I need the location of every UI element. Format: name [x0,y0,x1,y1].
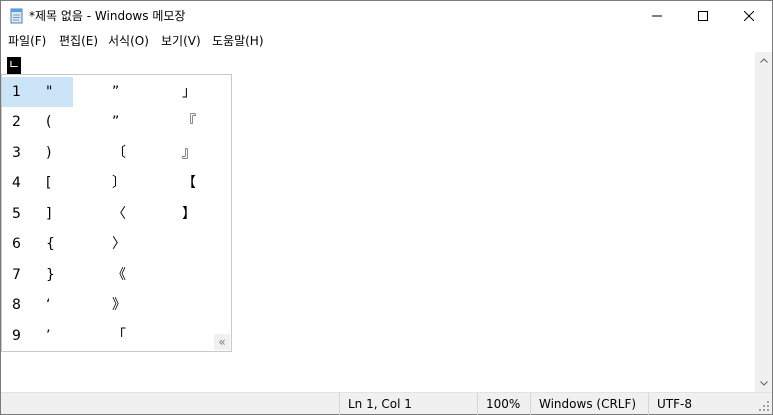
candidate-row[interactable]: 5 ] 〈 】 [2,199,231,229]
scroll-up-button[interactable] [755,52,772,69]
status-line-ending: Windows (CRLF) [530,393,648,415]
close-icon [744,11,754,21]
candidate-char[interactable]: 〉 [112,236,126,253]
candidate-char[interactable]: 》 [112,297,126,314]
resize-grip-icon[interactable] [758,400,770,412]
candidate-number: 1 [12,84,21,100]
status-encoding: UTF-8 [648,393,758,415]
candidate-char[interactable]: 《 [112,267,126,284]
candidate-char[interactable]: ) [46,145,51,162]
scroll-up-icon [759,58,768,63]
scroll-down-button[interactable] [755,375,772,392]
candidate-char[interactable]: 『 [182,114,196,131]
notepad-window: *제목 없음 - Windows 메모장 파일(F) 편집(E) 서식(O) 보… [0,0,773,415]
status-cursor-position: Ln 1, Col 1 [339,393,477,415]
candidate-expand-button[interactable]: « [214,334,230,350]
candidate-row[interactable]: 3 ) 〔 』 [2,138,231,168]
candidate-number: 2 [12,114,21,130]
candidate-number: 8 [12,297,21,313]
candidate-char[interactable]: ” [112,84,119,101]
menu-bar: 파일(F) 편집(E) 서식(O) 보기(V) 도움말(H) [1,31,772,51]
candidate-char[interactable]: ] [46,206,51,223]
close-button[interactable] [726,1,772,31]
candidate-char[interactable]: 【 [182,175,196,192]
status-zoom: 100% [477,393,530,415]
candidate-number: 9 [12,328,21,344]
candidate-row[interactable]: 4 [ 〕 【 [2,168,231,198]
candidate-char[interactable]: 〈 [112,206,126,223]
maximize-icon [698,11,708,21]
candidate-number: 7 [12,267,21,283]
candidate-char[interactable]: } [46,267,55,284]
composing-character: ㄴ [7,57,21,74]
candidate-char[interactable]: ‘ [46,297,50,314]
minimize-icon [652,15,662,17]
candidate-char[interactable]: { [46,236,55,253]
candidate-char[interactable]: 〕 [112,175,126,192]
candidate-row[interactable]: 8 ‘ 》 [2,290,231,320]
menu-view[interactable]: 보기(V) [160,33,202,49]
candidate-row[interactable]: 2 ( ” 『 [2,107,231,137]
candidate-number: 4 [12,175,21,191]
maximize-button[interactable] [680,1,726,31]
ime-candidate-window: 1 " ” 」 2 ( ” 『 3 ) 〔 』 4 [ 〕 【 5 ] 〈 】 [1,74,232,352]
minimize-button[interactable] [634,1,680,31]
candidate-char[interactable]: 】 [182,206,196,223]
menu-format[interactable]: 서식(O) [107,33,150,49]
candidate-number: 5 [12,206,21,222]
candidate-char[interactable]: ’ [46,328,50,345]
status-bar: Ln 1, Col 1 100% Windows (CRLF) UTF-8 [1,392,772,415]
candidate-char[interactable]: 「 [112,328,126,345]
notepad-icon [10,8,23,24]
candidate-number: 6 [12,236,21,252]
menu-edit[interactable]: 편집(E) [58,33,99,49]
candidate-number: 3 [12,145,21,161]
scroll-down-icon [759,381,768,386]
candidate-row[interactable]: 9 ’ 「 [2,321,231,351]
menu-file[interactable]: 파일(F) [7,33,47,49]
candidate-char[interactable]: 〔 [112,145,126,162]
title-bar[interactable]: *제목 없음 - Windows 메모장 [1,1,772,31]
window-title: *제목 없음 - Windows 메모장 [29,9,186,23]
vertical-scrollbar[interactable] [755,52,772,392]
candidate-row[interactable]: 7 } 《 [2,260,231,290]
menu-help[interactable]: 도움말(H) [211,33,265,49]
candidate-char[interactable]: 」 [182,84,196,101]
candidate-char[interactable]: " [46,84,52,101]
candidate-char[interactable]: [ [46,175,51,192]
candidate-char[interactable]: ” [112,114,119,131]
candidate-char[interactable]: 』 [182,145,196,162]
candidate-row[interactable]: 6 { 〉 [2,229,231,259]
candidate-row[interactable]: 1 " ” 」 [2,77,231,107]
candidate-char[interactable]: ( [46,114,51,131]
